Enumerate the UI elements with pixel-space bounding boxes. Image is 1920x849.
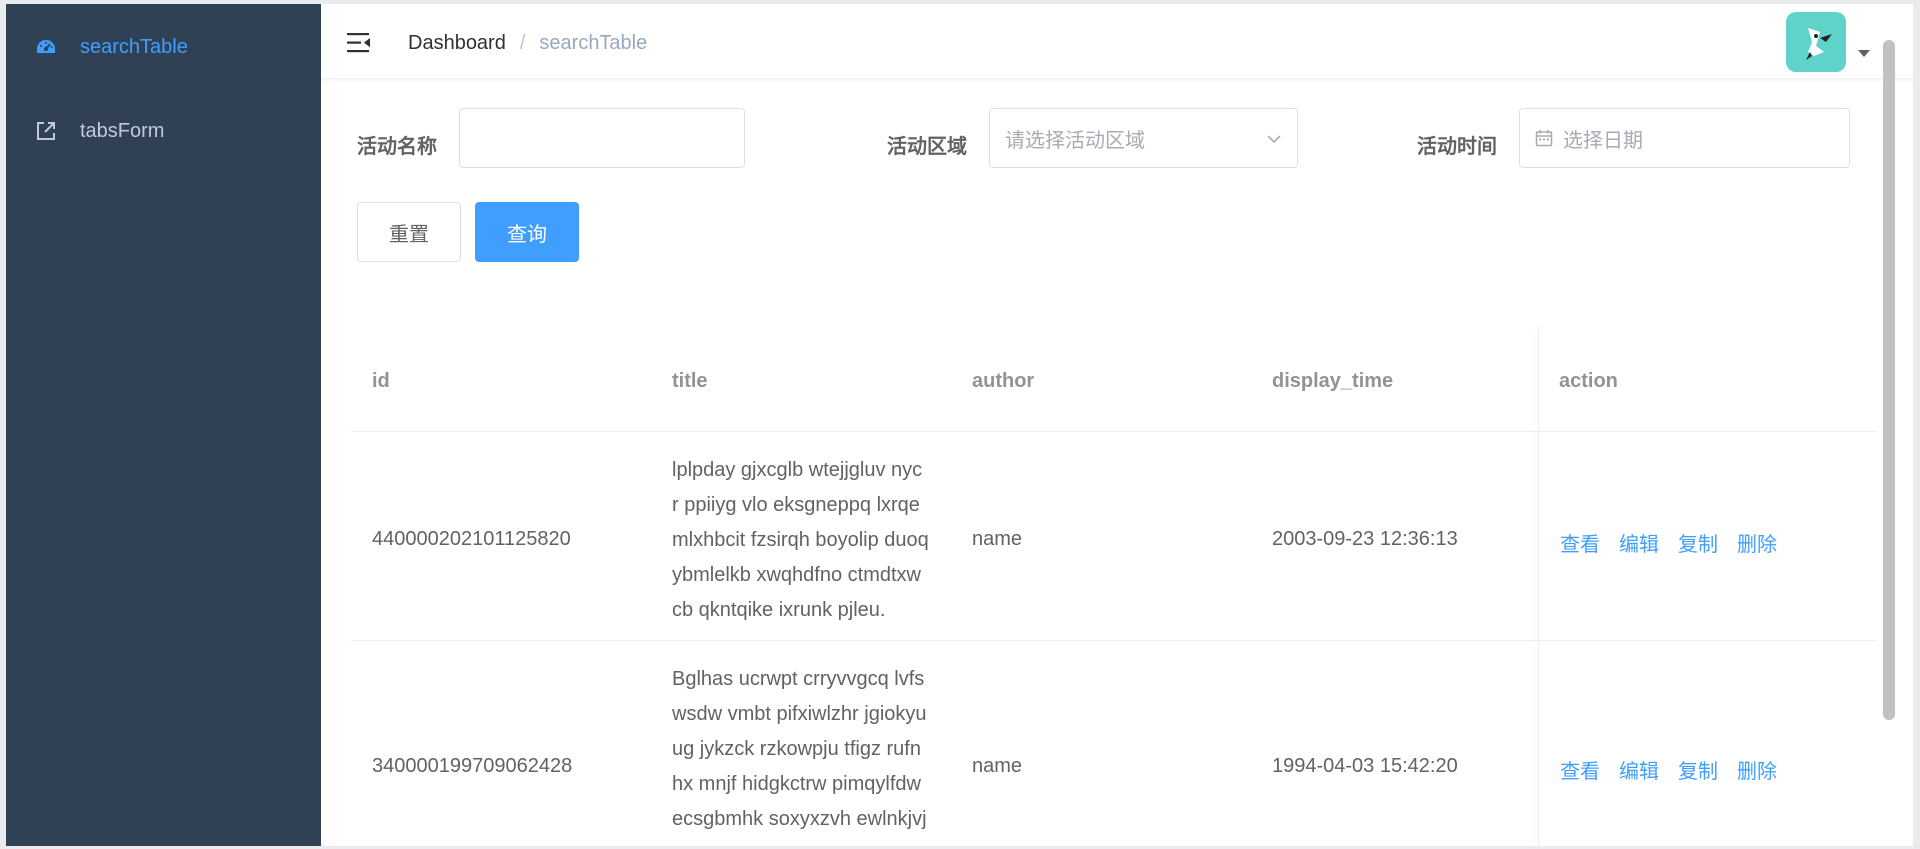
breadcrumb-home[interactable]: Dashboard [408,32,506,55]
title-line: mlxhbcit fzsirqh boyolip duoq [672,529,929,551]
title-line: lplpday gjxcglb wtejjgluv nyc [672,459,923,481]
app-window: searchTable tabsForm Dashboard / searchT… [6,4,1913,846]
main-content: Dashboard / searchTable 活动名称 活动区域 请选择活动区… [321,4,1913,846]
activity-region-select[interactable]: 请选择活动区域 [989,108,1298,168]
title-line: cb qkntqike ixrunk pjleu. [672,599,886,621]
column-header-display-time: display_time [1272,370,1394,392]
navbar: Dashboard / searchTable [321,4,1913,79]
hamburger-menu-icon[interactable] [347,32,371,56]
external-link-icon [34,119,58,143]
sidebar-item-searchtable[interactable]: searchTable [6,12,321,82]
sidebar-item-label: tabsForm [80,119,165,142]
activity-name-field[interactable] [475,126,729,150]
sidebar-item-label: searchTable [80,35,188,58]
title-line: ug jykzck rzkowpju tfigz rufn [672,738,921,760]
region-placeholder: 请选择活动区域 [1005,129,1145,152]
column-header-author: author [972,370,1035,392]
sidebar: searchTable tabsForm [6,4,321,846]
title-line: r ppiiyg vlo eksgneppq lxrqe [672,494,920,516]
column-header-action: action [1559,370,1618,392]
view-link[interactable]: 查看 [1560,755,1600,784]
dashboard-icon [34,35,58,59]
delete-link[interactable]: 删除 [1737,528,1777,557]
title-line: ecsgbmhk soxyxzvh ewlnkjvj [672,808,927,830]
activity-name-input[interactable] [459,108,745,168]
query-button[interactable]: 查询 [475,202,579,262]
view-link[interactable]: 查看 [1560,528,1600,557]
calendar-icon [1535,129,1553,147]
column-header-id: id [372,370,390,392]
breadcrumb-current: searchTable [539,32,648,54]
edit-link[interactable]: 编辑 [1619,755,1659,784]
cell-title: lplpday gjxcglb wtejjgluv nyc r ppiiyg v… [672,453,952,628]
cell-display-time: 1994-04-03 15:42:20 [1272,755,1458,777]
fixed-column-shadow [1538,326,1539,846]
activity-name-label: 活动名称 [357,136,437,158]
chevron-down-icon [1266,127,1282,150]
sidebar-item-tabsform[interactable]: tabsForm [6,96,321,166]
header-divider [351,431,1877,432]
cell-author: name [972,528,1023,550]
title-line: ybmlelkb xwqhdfno ctmdtxw [672,564,921,586]
copy-link[interactable]: 复制 [1678,755,1718,784]
avatar[interactable] [1786,12,1846,72]
row-divider [351,640,1877,641]
title-line: hx mnjf hidgkctrw pimqylfdw [672,773,921,795]
activity-time-picker[interactable]: 选择日期 [1519,108,1850,168]
column-header-title: title [672,370,708,392]
breadcrumb: Dashboard / searchTable [408,32,647,55]
delete-link[interactable]: 删除 [1737,755,1777,784]
reset-button[interactable]: 重置 [357,202,461,262]
title-line: Bglhas ucrwpt crryvvgcq lvfs [672,668,925,690]
cell-display-time: 2003-09-23 12:36:13 [1272,528,1458,550]
title-line: wsdw vmbt pifxiwlzhr jgiokyu [672,703,927,725]
cell-title: Bglhas ucrwpt crryvvgcq lvfs wsdw vmbt p… [672,662,952,837]
date-placeholder: 选择日期 [1563,129,1643,152]
page-scrollbar[interactable] [1883,40,1895,720]
copy-link[interactable]: 复制 [1678,528,1718,557]
cell-id: 440000202101125820 [372,528,571,550]
edit-link[interactable]: 编辑 [1619,528,1659,557]
cell-author: name [972,755,1023,777]
activity-time-label: 活动时间 [1417,136,1497,158]
chevron-down-icon[interactable] [1858,50,1870,57]
activity-region-label: 活动区域 [887,136,967,158]
cell-id: 340000199709062428 [372,755,573,777]
breadcrumb-separator: / [519,32,526,54]
